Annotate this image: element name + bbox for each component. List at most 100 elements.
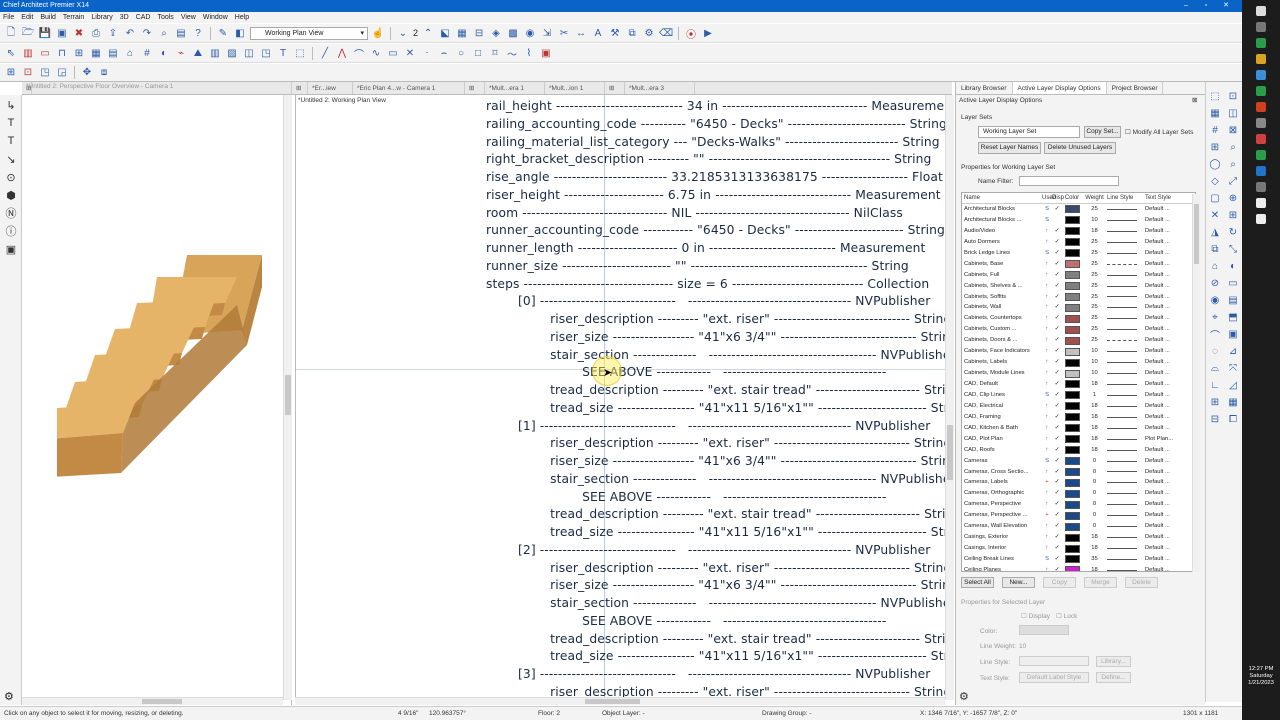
layer-row[interactable]: Cabinets, Soffits ↑ ✓ 25 Default ... (962, 292, 1195, 303)
layer-color-swatch[interactable] (1062, 259, 1082, 270)
save-as-icon[interactable]: ▣ (55, 26, 69, 40)
layer-text-style[interactable]: Default ... (1145, 346, 1187, 357)
layer-text-style[interactable]: Default ... (1145, 554, 1187, 565)
layer-display-check[interactable]: ✓ (1052, 445, 1062, 456)
marker-icon[interactable]: ⊙ (3, 169, 19, 185)
layer-used[interactable]: ↑ (1042, 259, 1052, 270)
layer-used[interactable]: ↑ (1042, 423, 1052, 434)
layer-display-check[interactable] (1052, 215, 1062, 226)
layer-weight[interactable]: 25 (1082, 281, 1107, 292)
layer-used[interactable]: S (1042, 554, 1052, 565)
dimension-icon[interactable]: ↔ (574, 26, 588, 40)
chief-architect-2-icon[interactable] (1256, 214, 1266, 224)
layer-color-swatch[interactable] (1062, 368, 1082, 379)
excel-icon[interactable] (1256, 86, 1266, 96)
layer-used[interactable]: ↑ (1042, 521, 1052, 532)
layer-display-check[interactable]: ✓ (1052, 390, 1062, 401)
settings-icon[interactable]: ⚙ (642, 26, 656, 40)
arc-tool-icon[interactable]: ⌒ (1207, 326, 1223, 342)
layer-color-swatch[interactable] (1062, 237, 1082, 248)
layer-row[interactable]: Cabinets, Doors & ... ↑ ✓ 25 Default ... (962, 335, 1195, 346)
layer-used[interactable]: ↑ (1042, 543, 1052, 554)
layer-display-check[interactable]: ✓ (1052, 248, 1062, 259)
window-icon[interactable]: ⊞ (72, 46, 86, 60)
layer-line-style[interactable] (1107, 281, 1145, 292)
layer-line-style[interactable] (1107, 488, 1145, 499)
zoom-box-icon[interactable]: ⊡ (1225, 88, 1241, 104)
menu-cad[interactable]: CAD (133, 12, 155, 23)
layer-text-style[interactable]: Default ... (1145, 259, 1187, 270)
display-checkbox[interactable]: ☐ Display (1021, 612, 1050, 620)
layer-color-swatch[interactable] (1062, 467, 1082, 478)
fixture-icon[interactable]: ◐ (157, 46, 171, 60)
layer-text-style[interactable]: Default ... (1145, 302, 1187, 313)
square-tool-icon[interactable]: ▣ (1225, 326, 1241, 342)
layer-display-check[interactable]: ✓ (1052, 335, 1062, 346)
layer-color-swatch[interactable] (1062, 379, 1082, 390)
layer-used[interactable]: ↑ (1042, 445, 1052, 456)
layer-used[interactable]: S (1042, 215, 1052, 226)
layer-row[interactable]: Cabinets, Custom ... ↑ ✓ 25 Default ... (962, 324, 1195, 335)
save-icon[interactable]: 💾 (38, 26, 52, 40)
layer-line-style[interactable] (1107, 565, 1145, 571)
layer-row[interactable]: Cameras, Wall Elevation ↑ ✓ 0 Default ... (962, 521, 1195, 532)
layer-used[interactable]: ↑ (1042, 335, 1052, 346)
layer-row[interactable]: Cabinets, Wall ↑ ✓ 25 Default ... (962, 302, 1195, 313)
layer-weight[interactable]: 18 (1082, 226, 1107, 237)
layer-line-style[interactable] (1107, 423, 1145, 434)
layer-color-swatch[interactable] (1062, 248, 1082, 259)
menu-file[interactable]: File (0, 12, 18, 23)
point-icon[interactable]: ⋅ (420, 46, 434, 60)
transform-icon[interactable]: ⧈ (97, 66, 111, 80)
layer-display-check[interactable]: ✓ (1052, 357, 1062, 368)
text-tool-icon[interactable]: A (591, 26, 605, 40)
layer-display-check[interactable]: ✓ (1052, 532, 1062, 543)
layer-display-check[interactable]: ✓ (1052, 346, 1062, 357)
delete-icon[interactable]: ✕ (1207, 207, 1223, 223)
layer-line-style[interactable] (1107, 543, 1145, 554)
edge-icon[interactable] (1256, 166, 1266, 176)
layer-weight[interactable]: 10 (1082, 346, 1107, 357)
polyline-icon[interactable]: ⋀ (335, 46, 349, 60)
layer-display-check[interactable]: ✓ (1052, 313, 1062, 324)
menu-view[interactable]: View (178, 12, 200, 23)
layer-used[interactable]: ↑ (1042, 346, 1052, 357)
layer-color-swatch[interactable] (1062, 488, 1082, 499)
layer-display-check[interactable]: ✓ (1052, 543, 1062, 554)
menu-terrain[interactable]: Terrain (60, 12, 88, 23)
layer-used[interactable]: ↑ (1042, 565, 1052, 571)
touch-icon[interactable]: ☝ (371, 26, 385, 40)
layer-used[interactable]: ↑ (1042, 412, 1052, 423)
layer-text-style[interactable]: Default ... (1145, 521, 1187, 532)
layer-text-style[interactable]: Default ... (1145, 204, 1187, 215)
menu-build[interactable]: Build (37, 12, 60, 23)
tab-library-browser[interactable]: Library Browser (956, 82, 1013, 94)
layer-used[interactable]: ↑ (1042, 401, 1052, 412)
layer-used[interactable]: S (1042, 204, 1052, 215)
electrical-icon[interactable]: ⌁ (174, 46, 188, 60)
layer-display-check[interactable]: ✓ (1052, 412, 1062, 423)
layer-row[interactable]: Cabinets, Shelves & ... ↑ ✓ 25 Default ... (962, 281, 1195, 292)
col-weight[interactable]: Weight (1082, 193, 1107, 203)
gear-icon[interactable]: ⚙ (959, 690, 969, 703)
layer-line-style[interactable] (1107, 412, 1145, 423)
layer-line-style[interactable] (1107, 204, 1145, 215)
layer-weight[interactable]: 25 (1082, 248, 1107, 259)
col-name[interactable]: Name (962, 193, 1042, 203)
camera-icon[interactable]: ⬕ (438, 26, 452, 40)
tab-mini-2[interactable]: ⊞ (605, 82, 625, 94)
layer-color-swatch[interactable] (1062, 423, 1082, 434)
library-button[interactable]: Library... (1096, 656, 1131, 667)
find-icon[interactable]: ⌕ (157, 26, 171, 40)
stairs-icon[interactable]: ▤ (106, 46, 120, 60)
layer-line-style[interactable] (1107, 237, 1145, 248)
layer-line-style[interactable] (1107, 259, 1145, 270)
layer-color-swatch[interactable] (1062, 543, 1082, 554)
matrix-icon[interactable]: ▦ (1225, 394, 1241, 410)
export-icon[interactable]: ⇪ (106, 26, 120, 40)
layer-display-check[interactable]: ✓ (1052, 368, 1062, 379)
menu-3d[interactable]: 3D (117, 12, 133, 23)
door-icon[interactable]: ⊓ (55, 46, 69, 60)
layer-text-style[interactable]: Default ... (1145, 357, 1187, 368)
select-all-button[interactable]: Select All (961, 577, 994, 588)
